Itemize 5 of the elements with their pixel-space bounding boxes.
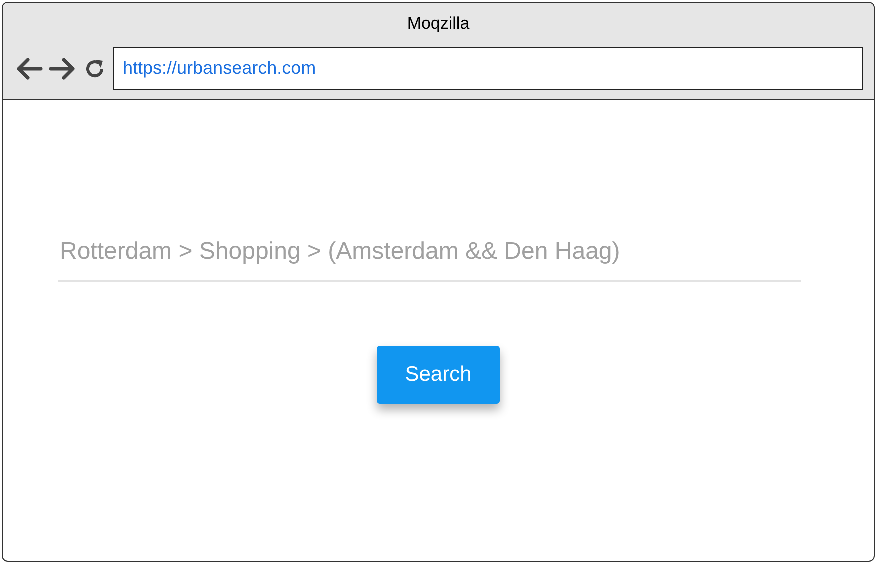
- address-bar[interactable]: https://urbansearch.com: [113, 47, 863, 90]
- search-button[interactable]: Search: [377, 346, 500, 404]
- back-icon[interactable]: [15, 56, 43, 80]
- window-title: Moqzilla: [406, 13, 471, 35]
- forward-icon[interactable]: [49, 56, 77, 80]
